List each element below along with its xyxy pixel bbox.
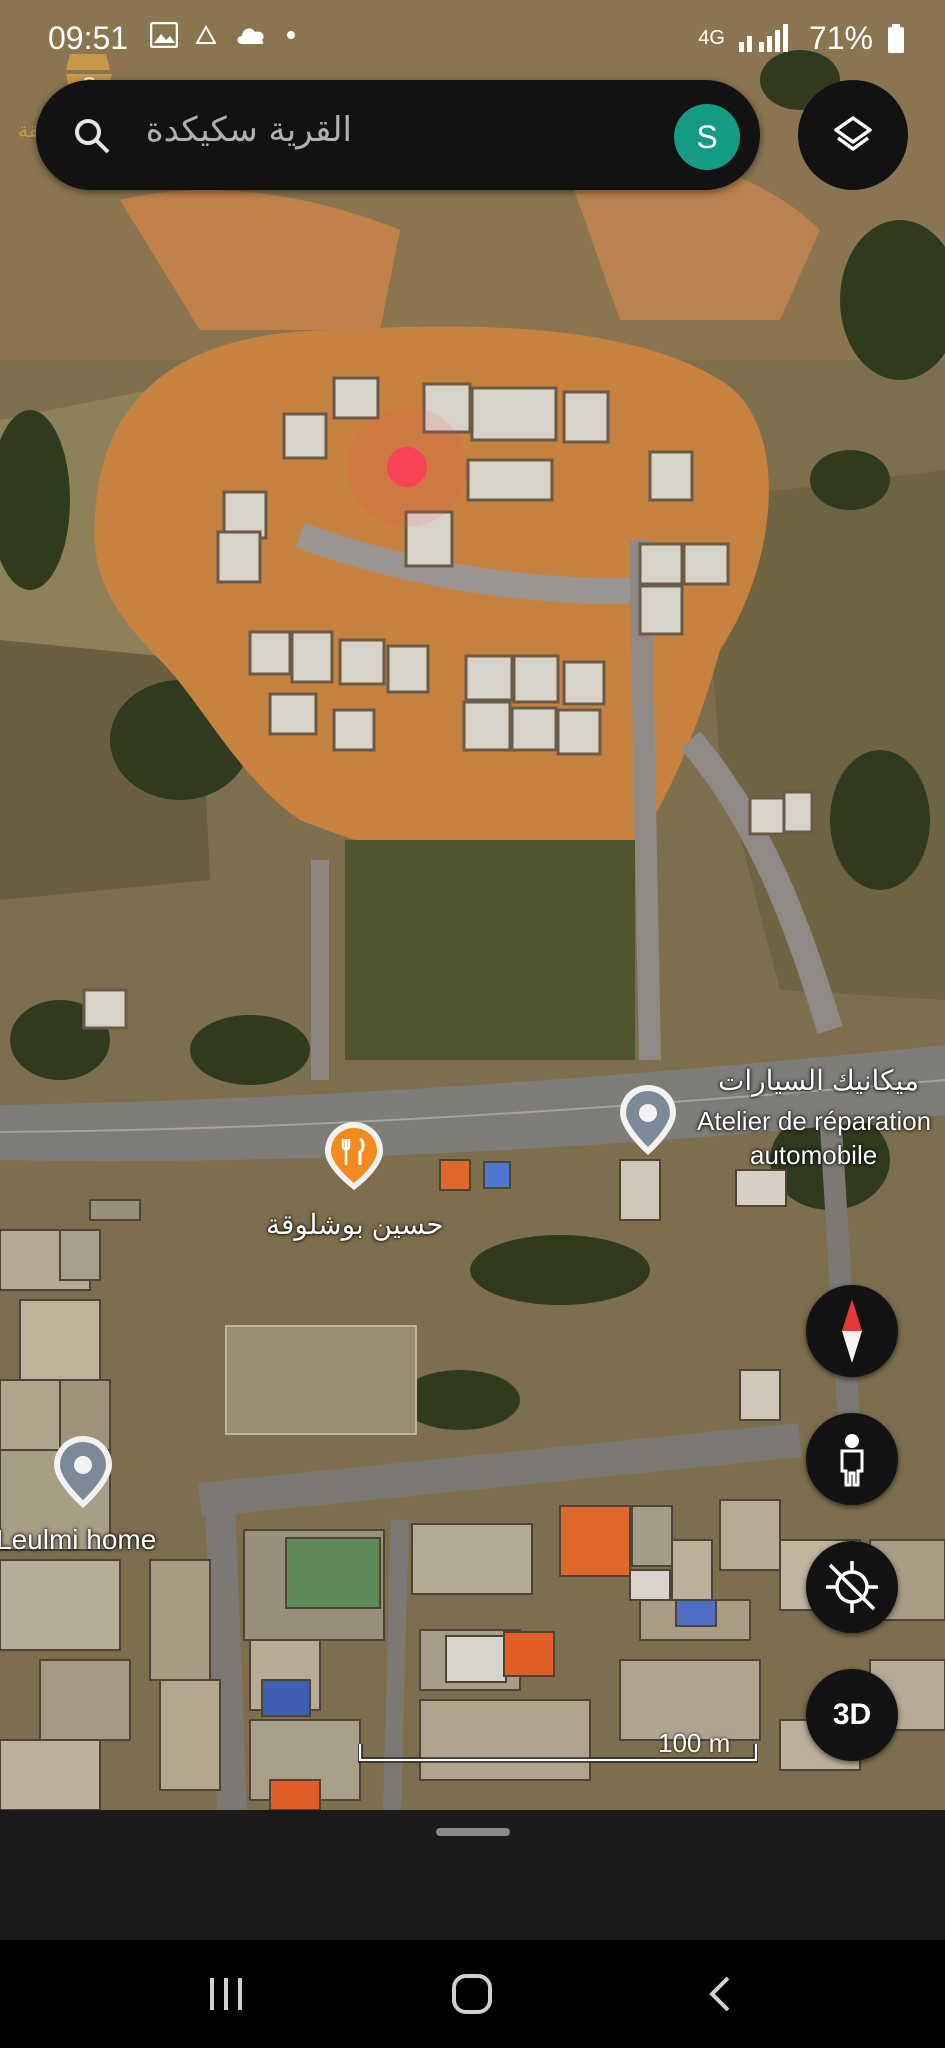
notification-dot-icon <box>287 31 295 39</box>
compass-icon <box>842 1299 862 1363</box>
status-right: 4G 71% <box>698 20 905 57</box>
scale-label: 100 m <box>658 1728 731 1758</box>
layers-button[interactable] <box>798 80 908 190</box>
map-pin-icon <box>620 1085 676 1155</box>
place-label-mechanic-fr-1[interactable]: Atelier de réparation <box>697 1106 931 1137</box>
status-left-icons <box>150 22 296 48</box>
signal-icon <box>738 23 788 52</box>
place-label-mechanic-fr-2[interactable]: automobile <box>750 1140 877 1171</box>
place-pin-restaurant[interactable] <box>323 1120 385 1192</box>
my-location-button[interactable] <box>806 1541 898 1633</box>
3d-toggle-button[interactable]: 3D <box>806 1669 898 1761</box>
home-icon[interactable] <box>450 1972 494 2016</box>
place-label-leulmi-home[interactable]: Leulmi home <box>0 1524 156 1556</box>
search-icon[interactable] <box>72 116 112 156</box>
layers-icon <box>834 116 872 151</box>
place-label-restaurant[interactable]: حسين بوشلوقة <box>266 1208 444 1241</box>
restaurant-icon <box>325 1122 383 1190</box>
satellite-map[interactable]: ميكانيك السيارات Atelier de réparation a… <box>0 0 945 1810</box>
bottom-sheet[interactable] <box>0 1810 945 1940</box>
warning-icon <box>196 25 216 44</box>
cloud-icon <box>237 28 264 44</box>
pegman-icon <box>840 1434 864 1487</box>
status-bar: 09:51 4G 71% <box>0 0 945 76</box>
gallery-icon <box>150 22 178 48</box>
back-icon[interactable] <box>700 1972 740 2016</box>
street-view-button[interactable] <box>806 1413 898 1505</box>
battery-icon <box>888 23 904 53</box>
battery-percent: 71% <box>808 20 873 56</box>
place-pin-leulmi-home[interactable] <box>52 1434 114 1510</box>
sheet-drag-handle[interactable] <box>436 1828 510 1836</box>
search-bar[interactable]: القرية سكيكدة S <box>36 80 760 190</box>
compass-button[interactable] <box>806 1285 898 1377</box>
location-off-icon <box>826 1561 878 1613</box>
map-pin-icon <box>54 1436 112 1508</box>
recents-icon[interactable] <box>204 1974 248 2014</box>
account-avatar[interactable]: S <box>674 104 740 170</box>
place-pin-mechanic[interactable] <box>618 1083 678 1157</box>
network-type: 4G <box>698 27 725 49</box>
search-query[interactable]: القرية سكيكدة <box>146 110 352 150</box>
place-label-mechanic-ar[interactable]: ميكانيك السيارات <box>718 1064 919 1097</box>
system-nav-bar <box>0 1940 945 2048</box>
